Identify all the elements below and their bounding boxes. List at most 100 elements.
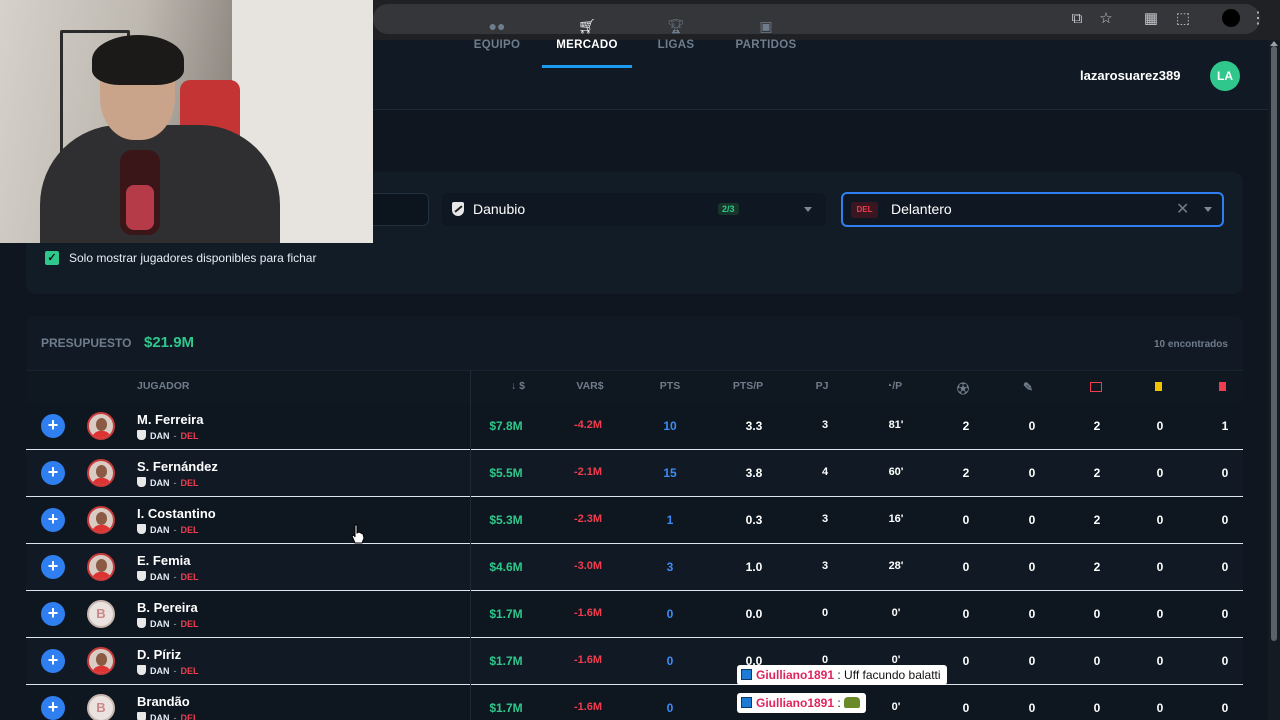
player-initial-avatar: B (87, 600, 115, 628)
tab-equipo[interactable]: ●● EQUIPO (452, 18, 542, 51)
table-row[interactable] (26, 544, 1243, 591)
shots: 0 (1093, 654, 1101, 668)
col-minutes[interactable]: ◔/P (880, 380, 908, 392)
yellow-cards: 0 (1156, 513, 1164, 527)
price-variation: -4.2M (573, 419, 603, 431)
tab-label: MERCADO (556, 39, 618, 51)
add-player-button[interactable]: + (41, 649, 65, 673)
player-name[interactable]: B. Pereira (137, 600, 198, 615)
add-player-button[interactable]: + (41, 508, 65, 532)
player-name[interactable]: S. Fernández (137, 459, 218, 474)
price-variation: -1.6M (573, 607, 603, 619)
club-shield-icon (137, 618, 146, 628)
budget-value: $21.9M (144, 334, 195, 351)
add-player-button[interactable]: + (41, 696, 65, 720)
shots: 2 (1093, 419, 1101, 433)
minutes-per-match: 0' (891, 701, 901, 713)
username[interactable]: lazarosuarez389 (1080, 68, 1180, 83)
profile-icon[interactable] (1222, 9, 1240, 27)
yellow-card-icon[interactable] (1155, 382, 1162, 391)
goals: 0 (962, 560, 970, 574)
tab-label: PARTIDOS (735, 39, 797, 51)
table-row[interactable] (26, 591, 1243, 638)
tab-partidos[interactable]: ▣ PARTIDOS (721, 18, 811, 51)
budget-label: PRESUPUESTO (41, 336, 132, 350)
puzzle-icon[interactable]: ⬚ (1174, 10, 1192, 28)
col-ptsp[interactable]: PTS/P (727, 380, 769, 392)
available-only-checkbox[interactable]: ✓ (45, 251, 59, 265)
col-price[interactable]: ↓ $ (498, 380, 538, 392)
player-meta: DAN - DEL (137, 712, 199, 720)
goals: 2 (962, 419, 970, 433)
player-price: $4.6M (489, 560, 523, 574)
club-shield-icon (137, 524, 146, 534)
col-player[interactable]: JUGADOR (137, 380, 190, 392)
table-row[interactable] (26, 685, 1243, 720)
minutes-per-match: 60' (888, 466, 904, 478)
red-card-icon[interactable] (1219, 382, 1226, 391)
chat-badge-icon (741, 697, 752, 708)
player-price: $1.7M (489, 701, 523, 715)
player-initial-avatar: B (87, 694, 115, 720)
table-header (26, 370, 1243, 403)
player-name[interactable]: Brandão (137, 694, 190, 709)
position-badge: DEL (851, 202, 878, 218)
assist-wand-icon[interactable]: ✎ (1021, 380, 1035, 394)
ball-icon[interactable]: ⚽︎ (956, 380, 970, 397)
player-name[interactable]: D. Píriz (137, 647, 181, 662)
player-meta: DAN - DEL (137, 665, 199, 676)
add-player-button[interactable]: + (41, 414, 65, 438)
yellow-cards: 0 (1156, 419, 1164, 433)
red-cards: 0 (1221, 513, 1229, 527)
add-player-button[interactable]: + (41, 461, 65, 485)
kebab-menu-icon[interactable]: ⋮ (1250, 9, 1266, 29)
webcam-overlay (0, 0, 373, 243)
tab-ligas[interactable]: 🏆︎ LIGAS (631, 18, 721, 51)
install-app-icon[interactable]: ⧉ (1068, 10, 1086, 28)
player-name[interactable]: E. Femia (137, 553, 190, 568)
col-var[interactable]: VAR$ (570, 380, 610, 392)
minutes-per-match: 28' (888, 560, 904, 572)
assists: 0 (1028, 466, 1036, 480)
tab-label: LIGAS (657, 39, 695, 51)
shot-icon[interactable] (1090, 382, 1102, 392)
player-price: $5.5M (489, 466, 523, 480)
extension-icon[interactable]: ▦ (1142, 10, 1160, 28)
chat-message: Giulliano1891 : Uff facundo balatti (737, 665, 947, 685)
points-per-match: 1.0 (745, 560, 763, 574)
matches-played: 3 (821, 513, 829, 525)
close-icon[interactable]: ✕ (1176, 199, 1189, 219)
add-player-button[interactable]: + (41, 555, 65, 579)
scrollbar-thumb[interactable] (1271, 46, 1277, 641)
price-variation: -2.3M (573, 513, 603, 525)
users-icon: ●● (488, 18, 506, 34)
col-pts[interactable]: PTS (652, 380, 688, 392)
add-player-button[interactable]: + (41, 602, 65, 626)
table-row[interactable] (26, 403, 1243, 450)
tab-mercado[interactable]: 🛒︎ MERCADO (542, 18, 632, 68)
club-select[interactable]: Danubio 2/3 (442, 193, 826, 226)
matches-played: 3 (821, 419, 829, 431)
position-select-value: Delantero (891, 201, 952, 217)
player-points: 1 (666, 513, 674, 527)
col-pj[interactable]: PJ (808, 380, 836, 392)
player-name[interactable]: I. Costantino (137, 506, 216, 521)
player-price: $7.8M (489, 419, 523, 433)
points-per-match: 3.3 (745, 419, 763, 433)
red-cards: 0 (1221, 701, 1229, 715)
player-name[interactable]: M. Ferreira (137, 412, 203, 427)
avatar[interactable]: LA (1210, 61, 1240, 91)
player-meta: DAN - DEL (137, 430, 199, 441)
player-points: 0 (666, 654, 674, 668)
assists: 0 (1028, 419, 1036, 433)
shots: 2 (1093, 513, 1101, 527)
minutes-per-match: 81' (888, 419, 904, 431)
search-input[interactable] (373, 193, 429, 226)
player-meta: DAN - DEL (137, 524, 199, 535)
results-count: 10 encontrados (1154, 339, 1228, 350)
bookmark-star-icon[interactable]: ☆ (1097, 10, 1115, 28)
table-row[interactable] (26, 638, 1243, 685)
chevron-down-icon[interactable] (1204, 207, 1212, 212)
position-select[interactable]: DEL Delantero ✕ (841, 192, 1224, 227)
player-meta: DAN - DEL (137, 571, 199, 582)
